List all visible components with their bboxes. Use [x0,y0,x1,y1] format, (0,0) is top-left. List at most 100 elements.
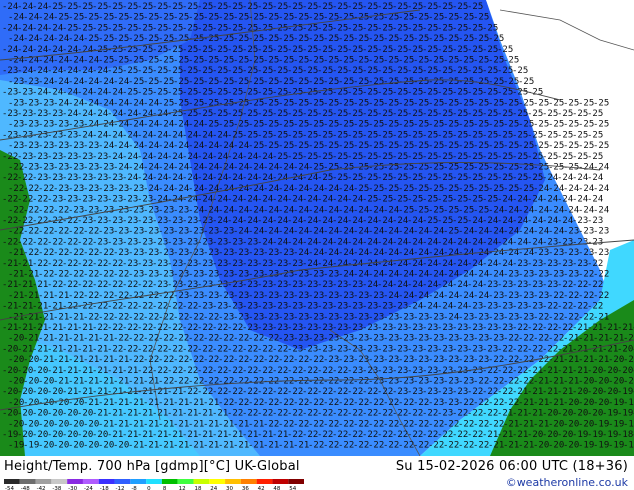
isotherm-label: -23 [443,377,459,387]
isotherm-label: -24 [323,205,339,215]
isotherm-label: -24 [557,195,573,205]
isotherm-label: -21 [212,430,228,440]
weather-map: -24-24-24-25-25-25-25-25-25-25-25-25-25-… [0,0,634,456]
map-title: Height/Temp. 700 hPa [gdmp][°C] UK-Globa… [4,459,300,474]
isotherm-label: -25 [317,23,333,33]
isotherm-label: -23 [227,237,243,247]
isotherm-label: -22 [413,398,429,408]
isotherm-label: -21 [602,323,618,333]
isotherm-label: -25 [92,23,108,33]
isotherm-label: -25 [473,120,489,130]
isotherm-label: -25 [353,98,369,108]
isotherm-label: -24 [482,259,498,269]
isotherm-label: -22 [158,312,174,322]
isotherm-label: -25 [257,88,273,98]
isotherm-label: -25 [233,13,249,23]
isotherm-label: -24 [392,280,408,290]
isotherm-label: -25 [587,152,603,162]
isotherm-label: -19 [8,441,24,451]
isotherm-label: -22 [128,334,144,344]
credit-link[interactable]: ©weatheronline.co.uk [506,476,628,489]
isotherm-label: -20 [548,441,564,451]
isotherm-label: -24 [47,88,63,98]
isotherm-label: -24 [488,248,504,258]
isotherm-label: -22 [308,419,324,429]
isotherm-label: -25 [272,130,288,140]
isotherm-label: -23 [572,216,588,226]
isotherm-label: -21 [593,355,609,365]
isotherm-label: -21 [152,409,168,419]
isotherm-label: -25 [452,173,468,183]
isotherm-label: -22 [92,323,108,333]
isotherm-label: -25 [422,45,438,55]
isotherm-label: -25 [287,109,303,119]
isotherm-label: -21 [527,409,543,419]
isotherm-label: -24 [62,66,78,76]
isotherm-label: -25 [263,120,279,130]
isotherm-label: -25 [353,141,369,151]
isotherm-label: -25 [218,77,234,87]
isotherm-label: -21 [107,366,123,376]
isotherm-label: -19 [623,419,634,429]
isotherm-label: -23 [167,216,183,226]
isotherm-label: -22 [377,430,393,440]
isotherm-label: -22 [182,387,198,397]
isotherm-label: -22 [398,398,414,408]
isotherm-label: -24 [188,141,204,151]
isotherm-label: -23 [362,366,378,376]
isotherm-label: -24 [23,34,39,44]
isotherm-label: -23 [437,387,453,397]
isotherm-label: -25 [482,130,498,140]
isotherm-label: -22 [152,366,168,376]
isotherm-label: -24 [482,237,498,247]
isotherm-label: -22 [233,334,249,344]
isotherm-label: -24 [2,45,18,55]
isotherm-label: -23 [32,109,48,119]
isotherm-label: -24 [407,259,423,269]
isotherm-label: -23 [332,323,348,333]
isotherm-label: -21 [167,430,183,440]
isotherm-label: -23 [173,227,189,237]
isotherm-label: -25 [182,23,198,33]
isotherm-label: -23 [242,280,258,290]
isotherm-label: -24 [2,2,18,12]
isotherm-label: -23 [482,280,498,290]
isotherm-label: -25 [158,13,174,23]
isotherm-label: -23 [197,237,213,247]
isotherm-label: -25 [242,130,258,140]
isotherm-label: -23 [428,377,444,387]
isotherm-label: -24 [158,120,174,130]
isotherm-label: -25 [533,141,549,151]
isotherm-label: -22 [488,355,504,365]
isotherm-label: -23 [317,302,333,312]
isotherm-label: -23 [47,109,63,119]
isotherm-label: -24 [212,173,228,183]
isotherm-label: -23 [428,312,444,322]
isotherm-label: -25 [308,56,324,66]
isotherm-label: -21 [68,355,84,365]
isotherm-label: -20 [578,398,594,408]
isotherm-label: -25 [107,45,123,55]
isotherm-label: -23 [98,184,114,194]
isotherm-label: -22 [242,344,258,354]
isotherm-label: -24 [143,184,159,194]
isotherm-label: -23 [422,323,438,333]
isotherm-label: -25 [452,2,468,12]
isotherm-label: -22 [92,280,108,290]
isotherm-label: -21 [83,377,99,387]
isotherm-label: -21 [68,312,84,322]
isotherm-label: -22 [533,334,549,344]
isotherm-label: -25 [212,45,228,55]
isotherm-label: -25 [302,130,318,140]
isotherm-label: -25 [443,141,459,151]
isotherm-label: -20 [593,377,609,387]
isotherm-label: -23 [227,259,243,269]
isotherm-label: -24 [293,184,309,194]
isotherm-label: -23 [113,248,129,258]
isotherm-label: -24 [362,216,378,226]
isotherm-label: -24 [272,173,288,183]
isotherm-label: -23 [383,355,399,365]
isotherm-label: -22 [503,334,519,344]
isotherm-label: -25 [227,45,243,55]
isotherm-label: -22 [593,291,609,301]
